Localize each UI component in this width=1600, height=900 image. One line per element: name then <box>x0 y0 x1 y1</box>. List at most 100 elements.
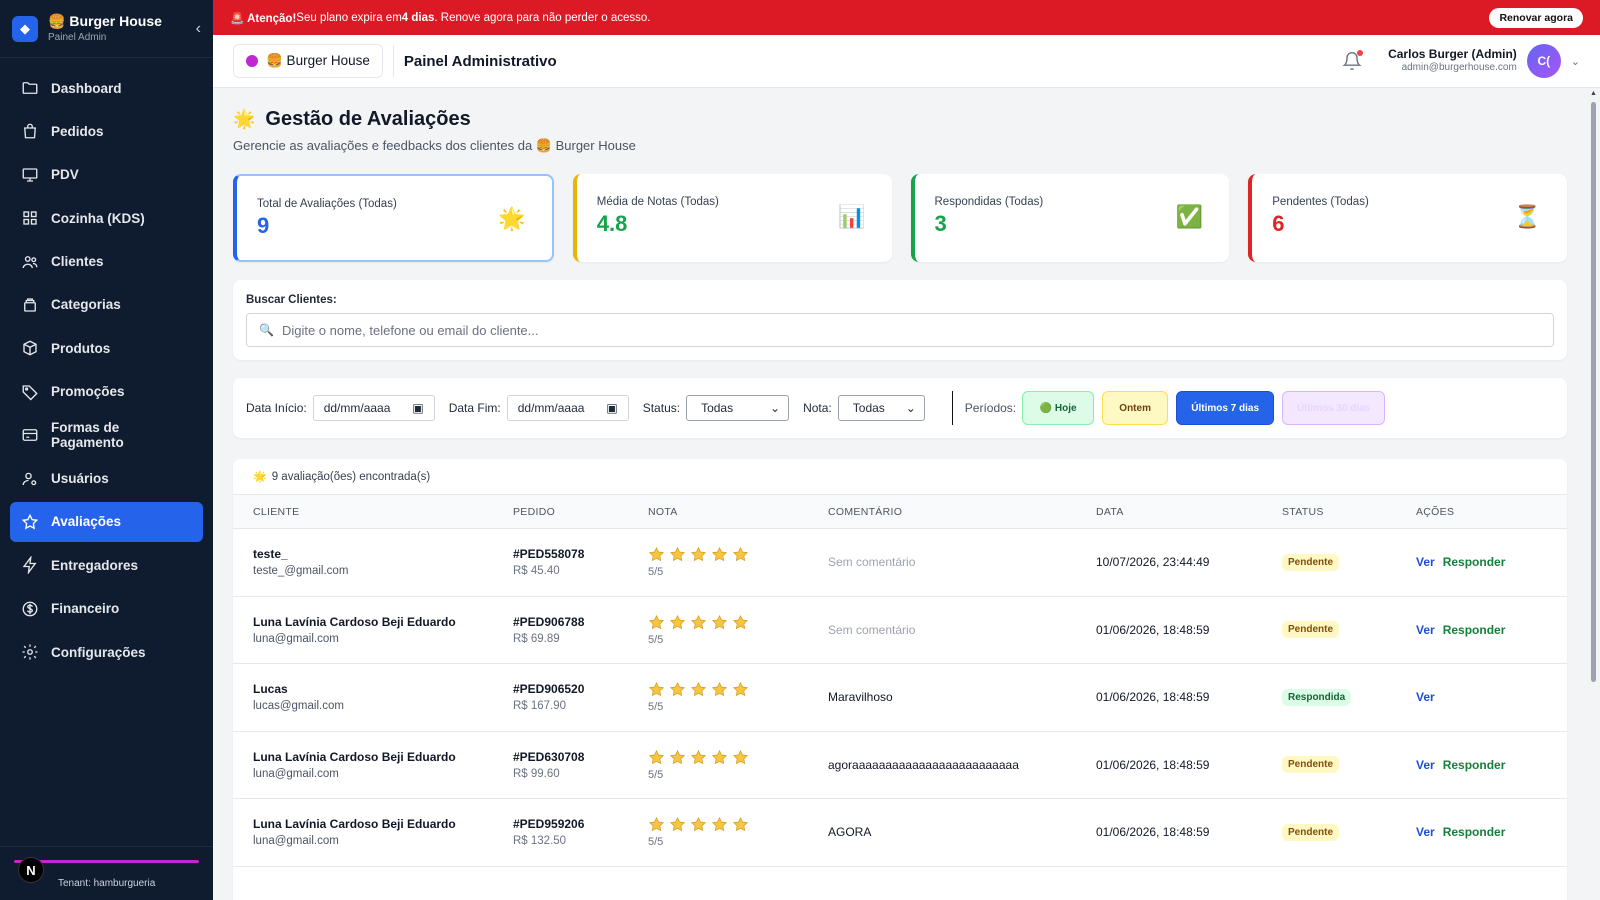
bolt-icon <box>21 556 39 575</box>
period-yesterday-button[interactable]: Ontem <box>1102 391 1169 425</box>
status-badge: Respondida <box>1282 688 1352 706</box>
end-date-input[interactable]: dd/mm/aaaa ▣ <box>506 395 629 421</box>
star-icon <box>711 749 728 766</box>
filters-divider <box>951 391 953 425</box>
stat-value: 3 <box>934 211 947 236</box>
stat-card: Pendentes (Todas) 6 ⏳ <box>1248 174 1567 262</box>
client-email: teste_@gmail.com <box>253 565 349 578</box>
store-selector[interactable]: 🍔 Burger House <box>233 44 383 78</box>
sidebar-item-categorias[interactable]: Categorias <box>10 285 203 325</box>
renew-button[interactable]: Renovar agora <box>1489 7 1583 28</box>
row-actions: Ver Responder <box>1416 623 1567 637</box>
stat-label: Média de Notas (Todas) <box>596 196 719 208</box>
period-today-button[interactable]: 🟢 Hoje <box>1022 391 1095 425</box>
period-30-days-button[interactable]: Últimos 30 dias <box>1282 391 1386 425</box>
order-number: #PED906788 <box>513 614 585 629</box>
sidebar-item-label: PDV <box>51 167 79 183</box>
brand-subtitle: Painel Admin <box>48 31 107 43</box>
user-info[interactable]: Carlos Burger (Admin) admin@burgerhouse.… <box>1388 47 1517 75</box>
start-date-input[interactable]: dd/mm/aaaa ▣ <box>312 395 435 421</box>
banner-text-a: Seu plano expira em <box>296 11 402 24</box>
review-comment: Sem comentário <box>828 622 916 637</box>
collapse-sidebar-icon[interactable]: ‹ <box>196 20 201 38</box>
column-header-status: STATUS <box>1282 505 1324 518</box>
table-row: Lucas lucas@gmail.com #PED906520 R$ 167.90… <box>233 664 1567 732</box>
sidebar-item-cozinha-kds[interactable]: Cozinha (KDS) <box>10 198 203 238</box>
table-header: CLIENTE PEDIDO NOTA COMENTÁRIO DATA STAT… <box>233 495 1567 529</box>
view-review-link[interactable]: Ver <box>1416 690 1435 704</box>
sidebar-item-formas-de-pagamento[interactable]: Formas de Pagamento <box>10 415 203 455</box>
avatar[interactable]: C( <box>1526 44 1561 78</box>
rating-stars <box>648 749 828 766</box>
rating-score: 5/5 <box>648 633 664 646</box>
search-icon: 🔍 <box>259 323 274 337</box>
reply-review-link[interactable]: Responder <box>1443 555 1506 569</box>
users-icon <box>21 253 39 271</box>
star-icon <box>648 614 665 631</box>
periods-label: Períodos: <box>964 401 1017 415</box>
view-review-link[interactable]: Ver <box>1416 623 1435 637</box>
status-select[interactable]: Todas ⌄ <box>686 395 790 421</box>
sidebar-item-financeiro[interactable]: Financeiro <box>10 589 203 629</box>
star-icon <box>690 681 707 698</box>
sidebar-item-pdv[interactable]: PDV <box>10 155 203 195</box>
sidebar-item-label: Formas de Pagamento <box>51 420 124 451</box>
reply-review-link[interactable]: Responder <box>1443 623 1506 637</box>
store-name: 🍔 Burger House <box>266 53 370 68</box>
page-title: 🌟 Gestão de Avaliações <box>233 108 471 130</box>
client-name: teste_ <box>253 547 288 562</box>
page-scrollbar[interactable]: ▲ <box>1587 88 1600 900</box>
dollar-icon <box>21 600 39 618</box>
start-date-label: Data Início: <box>246 401 307 415</box>
order-number: #PED558078 <box>513 547 585 562</box>
sidebar-item-usuarios[interactable]: Usuários <box>10 459 203 499</box>
sidebar-item-clientes[interactable]: Clientes <box>10 242 203 282</box>
notification-dot <box>1357 50 1364 56</box>
sidebar-item-configuracoes[interactable]: Configurações <box>10 632 203 672</box>
tenant-label: Tenant: hamburgueria <box>58 878 156 889</box>
reply-review-link[interactable]: Responder <box>1443 758 1506 772</box>
sidebar-item-pedidos[interactable]: Pedidos <box>10 111 203 151</box>
main-content: 🌟 Gestão de Avaliações Gerencie as avali… <box>213 88 1587 900</box>
stat-icon: ⏳ <box>1513 204 1541 229</box>
chevron-down-icon[interactable]: ⌄ <box>1571 55 1580 68</box>
view-review-link[interactable]: Ver <box>1416 825 1435 839</box>
sidebar-item-dashboard[interactable]: Dashboard <box>10 68 203 108</box>
sidebar-item-entregadores[interactable]: Entregadores <box>10 545 203 585</box>
star-icon <box>711 614 728 631</box>
bell-icon[interactable] <box>1342 50 1364 71</box>
star-icon <box>669 749 686 766</box>
scroll-up-icon[interactable]: ▲ <box>1590 90 1597 97</box>
view-review-link[interactable]: Ver <box>1416 758 1435 772</box>
filters-card: Data Início: dd/mm/aaaa ▣ Data Fim: dd/mm… <box>233 378 1567 438</box>
search-input[interactable]: 🔍 Digite o nome, telefone ou email do cl… <box>246 313 1554 347</box>
scroll-thumb[interactable] <box>1591 102 1596 682</box>
star-icon <box>648 681 665 698</box>
period-7-days-button[interactable]: Últimos 7 dias <box>1176 391 1275 425</box>
sidebar-item-produtos[interactable]: Produtos <box>10 328 203 368</box>
view-review-link[interactable]: Ver <box>1416 555 1435 569</box>
sidebar: ◆ 🍔 Burger House Painel Admin ‹ Dashboar… <box>0 0 213 900</box>
reply-review-link[interactable]: Responder <box>1443 825 1506 839</box>
column-header-actions: AÇÕES <box>1416 505 1455 518</box>
sidebar-item-promocoes[interactable]: Promoções <box>10 372 203 412</box>
brand-title: 🍔 Burger House <box>48 13 162 30</box>
sidebar-item-avaliacoes[interactable]: Avaliações <box>10 501 203 542</box>
rating-score: 5/5 <box>648 768 664 781</box>
stat-value: 4.8 <box>596 211 628 236</box>
footer-avatar[interactable]: N <box>18 857 44 883</box>
star-icon <box>669 546 686 563</box>
stat-icon: ✅ <box>1175 204 1204 229</box>
end-date-label: Data Fim: <box>448 401 501 415</box>
star-icon <box>669 614 686 631</box>
sidebar-item-label: Configurações <box>51 644 146 660</box>
stat-label: Pendentes (Todas) <box>1272 196 1369 208</box>
chevron-down-icon: ⌄ <box>905 401 916 415</box>
status-badge: Pendente <box>1282 756 1340 774</box>
rating-score: 5/5 <box>648 566 664 579</box>
rating-select[interactable]: Todas ⌄ <box>837 395 925 421</box>
star-icon <box>21 513 39 531</box>
card-icon <box>21 426 39 444</box>
status-badge: Pendente <box>1282 553 1340 571</box>
star-icon <box>732 681 749 698</box>
